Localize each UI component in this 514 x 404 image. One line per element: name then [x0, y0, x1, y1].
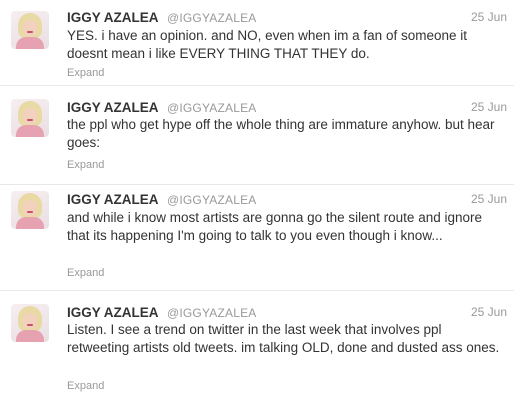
tweet-item[interactable]: IGGY AZALEA @IGGYAZALEA 25 Jun and while… — [0, 185, 514, 291]
avatar[interactable] — [11, 304, 49, 342]
tweet-header: IGGY AZALEA @IGGYAZALEA 25 Jun — [67, 191, 507, 209]
tweet-header: IGGY AZALEA @IGGYAZALEA 25 Jun — [67, 9, 507, 27]
tweet-header: IGGY AZALEA @IGGYAZALEA 25 Jun — [67, 99, 507, 117]
author-handle[interactable]: @IGGYAZALEA — [167, 193, 257, 207]
author-handle[interactable]: @IGGYAZALEA — [167, 11, 257, 25]
tweet-text: Listen. I see a trend on twitter in the … — [67, 322, 500, 355]
tweet-item[interactable]: IGGY AZALEA @IGGYAZALEA 25 Jun YES. i ha… — [0, 0, 514, 86]
tweet-text: and while i know most artists are gonna … — [67, 210, 482, 243]
tweet-text: YES. i have an opinion. and NO, even whe… — [67, 28, 467, 61]
author-name[interactable]: IGGY AZALEA — [67, 192, 159, 207]
expand-link[interactable]: Expand — [67, 67, 104, 79]
tweet-header: IGGY AZALEA @IGGYAZALEA 25 Jun — [67, 304, 507, 322]
author-handle[interactable]: @IGGYAZALEA — [167, 306, 257, 320]
author-name[interactable]: IGGY AZALEA — [67, 100, 159, 115]
tweet-item[interactable]: IGGY AZALEA @IGGYAZALEA 25 Jun Listen. I… — [0, 291, 514, 404]
expand-link[interactable]: Expand — [67, 267, 104, 279]
tweet-date[interactable]: 25 Jun — [471, 100, 507, 114]
tweet-text: the ppl who get hype off the whole thing… — [67, 117, 495, 150]
expand-link[interactable]: Expand — [67, 380, 104, 392]
tweet-date[interactable]: 25 Jun — [471, 305, 507, 319]
tweet-date[interactable]: 25 Jun — [471, 192, 507, 206]
author-name[interactable]: IGGY AZALEA — [67, 305, 159, 320]
expand-link[interactable]: Expand — [67, 159, 104, 171]
author-name[interactable]: IGGY AZALEA — [67, 10, 159, 25]
author-handle[interactable]: @IGGYAZALEA — [167, 101, 257, 115]
avatar[interactable] — [11, 99, 49, 137]
tweet-timeline: IGGY AZALEA @IGGYAZALEA 25 Jun YES. i ha… — [0, 0, 514, 404]
tweet-item[interactable]: IGGY AZALEA @IGGYAZALEA 25 Jun the ppl w… — [0, 86, 514, 185]
avatar[interactable] — [11, 191, 49, 229]
avatar[interactable] — [11, 11, 49, 49]
tweet-date[interactable]: 25 Jun — [471, 10, 507, 24]
